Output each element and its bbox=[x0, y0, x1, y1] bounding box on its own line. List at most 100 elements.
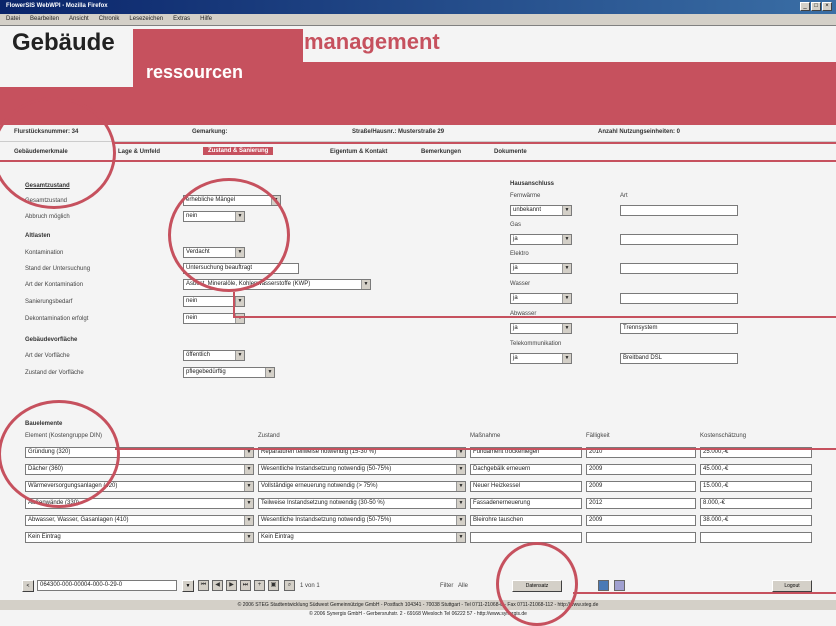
abwasser-value: ja bbox=[513, 325, 518, 331]
bau-kosten-field[interactable]: 15.000,-€ bbox=[700, 481, 812, 492]
last-page-icon[interactable]: ⏭ bbox=[240, 580, 251, 591]
bau-kosten-field-value: 8.000,-€ bbox=[703, 500, 726, 506]
dekontamination-select[interactable]: nein ▼ bbox=[183, 313, 245, 324]
filter-value[interactable]: Alle bbox=[458, 583, 468, 589]
chevron-down-icon: ▼ bbox=[244, 482, 253, 491]
first-page-icon[interactable]: ⏮ bbox=[198, 580, 209, 591]
zustand-vorflaeche-select[interactable]: pflegebedürftig ▼ bbox=[183, 367, 275, 378]
bau-zustand-select[interactable]: Vollständige erneuerung notwendig (> 75%… bbox=[258, 481, 466, 492]
maximize-button[interactable]: □ bbox=[811, 2, 821, 11]
bau-kosten-field[interactable]: 38.000,-€ bbox=[700, 515, 812, 526]
new-record-icon[interactable]: + bbox=[254, 580, 265, 591]
info-bar: Flurstücksnummer: 34 Gemarkung: Straße/H… bbox=[0, 125, 836, 142]
annotation-circle-form bbox=[168, 178, 290, 292]
bau-faelligkeit-field[interactable]: 2009 bbox=[586, 515, 696, 526]
save-icon[interactable]: ▣ bbox=[268, 580, 279, 591]
menu-datei[interactable]: Datei bbox=[6, 16, 20, 23]
annotation-circle-bauelemente bbox=[0, 400, 120, 508]
bau-element-select[interactable]: Kein Eintrag ▼ bbox=[25, 532, 254, 543]
bau-kosten-field[interactable]: 45.000,-€ bbox=[700, 464, 812, 475]
logout-button[interactable]: Logout bbox=[772, 580, 812, 592]
telekommunikation-art-field[interactable]: Breitband DSL bbox=[620, 353, 738, 364]
nutzungseinheiten-info: Anzahl Nutzungseinheiten: 0 bbox=[598, 129, 681, 135]
bau-massnahme-field[interactable]: Dachgebälk erneuern bbox=[470, 464, 582, 475]
bau-massnahme-field-value: Dachgebälk erneuern bbox=[473, 466, 531, 472]
gas-art-field[interactable] bbox=[620, 234, 738, 245]
bau-zustand-select[interactable]: Wesentliche Instandsetzung notwendig (50… bbox=[258, 515, 466, 526]
previous-page-icon[interactable]: ◀ bbox=[212, 580, 223, 591]
bau-zustand-select-value: Kein Eintrag bbox=[261, 534, 294, 540]
wasser-select[interactable]: ja ▼ bbox=[510, 293, 572, 304]
bau-massnahme-field[interactable] bbox=[470, 532, 582, 543]
gas-label: Gas bbox=[510, 222, 522, 228]
tab-dokumente[interactable]: Dokumente bbox=[494, 149, 527, 155]
select-record-button[interactable]: ▼ bbox=[182, 580, 194, 592]
bau-element-select[interactable]: Abwasser, Wasser, Gasanlagen (410) ▼ bbox=[25, 515, 254, 526]
next-page-icon[interactable]: ▶ bbox=[226, 580, 237, 591]
sanierungsbedarf-select[interactable]: nein ▼ bbox=[183, 296, 245, 307]
bau-faelligkeit-field[interactable]: 2012 bbox=[586, 498, 696, 509]
abwasser-art-field[interactable]: Trennsystem bbox=[620, 323, 738, 334]
annotation-line-2v bbox=[233, 292, 235, 317]
record-id-field[interactable]: 064300-000-00004-000-0-29-0 bbox=[37, 580, 177, 591]
export-icon[interactable] bbox=[598, 580, 609, 591]
annotation-line-1 bbox=[112, 142, 836, 144]
footer-line-1: © 2006 STEG Stadtentwicklung Südwest Gem… bbox=[0, 600, 836, 610]
zoom-icon[interactable]: ⌕ bbox=[284, 580, 295, 591]
col-kosten: Kostenschätzung bbox=[700, 433, 747, 439]
gas-select[interactable]: ja ▼ bbox=[510, 234, 572, 245]
menu-ansicht[interactable]: Ansicht bbox=[69, 16, 89, 23]
chevron-down-icon: ▼ bbox=[456, 516, 465, 525]
bau-faelligkeit-field[interactable]: 2009 bbox=[586, 464, 696, 475]
bau-kosten-field[interactable] bbox=[700, 532, 812, 543]
tab-lage-umfeld[interactable]: Lage & Umfeld bbox=[118, 149, 160, 155]
prev-record-button[interactable]: < bbox=[22, 580, 34, 592]
wasser-label: Wasser bbox=[510, 281, 531, 287]
bau-kosten-field[interactable]: 8.000,-€ bbox=[700, 498, 812, 509]
menu-bearbeiten[interactable]: Bearbeiten bbox=[30, 16, 59, 23]
fernwaerme-value: unbekannt bbox=[513, 207, 542, 213]
print-icon[interactable] bbox=[614, 580, 625, 591]
menu-extras[interactable]: Extras bbox=[173, 16, 190, 23]
col-faelligkeit: Fälligkeit bbox=[586, 433, 610, 439]
gemarkung-info: Gemarkung: bbox=[192, 129, 228, 135]
minimize-button[interactable]: _ bbox=[800, 2, 810, 11]
fernwaerme-select[interactable]: unbekannt ▼ bbox=[510, 205, 572, 216]
bau-faelligkeit-field[interactable] bbox=[586, 532, 696, 543]
window-controls: _ □ × bbox=[800, 2, 832, 11]
bau-massnahme-field-value: Bleirohre tauschen bbox=[473, 517, 524, 523]
col-massnahme: Maßnahme bbox=[470, 433, 501, 439]
fernwaerme-label: Fernwärme bbox=[510, 193, 541, 199]
bau-massnahme-field[interactable]: Fassadenerneuerung bbox=[470, 498, 582, 509]
tab-bemerkungen[interactable]: Bemerkungen bbox=[421, 149, 461, 155]
wasser-art-field[interactable] bbox=[620, 293, 738, 304]
fernwaerme-art-field[interactable] bbox=[620, 205, 738, 216]
zustand-vorflaeche-value: pflegebedürftig bbox=[186, 369, 226, 375]
elektro-art-field[interactable] bbox=[620, 263, 738, 274]
menu-hilfe[interactable]: Hilfe bbox=[200, 16, 212, 23]
hausanschluss-art-label: Art bbox=[620, 193, 628, 199]
chevron-down-icon: ▼ bbox=[361, 280, 370, 289]
close-button[interactable]: × bbox=[822, 2, 832, 11]
bau-zustand-select[interactable]: Wesentliche Instandsetzung notwendig (50… bbox=[258, 464, 466, 475]
art-vorflaeche-value: öffentlich bbox=[186, 352, 210, 358]
bau-faelligkeit-field[interactable]: 2009 bbox=[586, 481, 696, 492]
tab-zustand-sanierung[interactable]: Zustand & Sanierung bbox=[203, 147, 274, 155]
abwasser-select[interactable]: ja ▼ bbox=[510, 323, 572, 334]
art-vorflaeche-label: Art der Vorfläche bbox=[25, 353, 70, 359]
zustand-vorflaeche-label: Zustand der Vorfläche bbox=[25, 370, 84, 376]
bau-massnahme-field[interactable]: Neuer Heizkessel bbox=[470, 481, 582, 492]
art-vorflaeche-select[interactable]: öffentlich ▼ bbox=[183, 350, 245, 361]
menu-lesezeichen[interactable]: Lesezeichen bbox=[129, 16, 163, 23]
tab-eigentum-kontakt[interactable]: Eigentum & Kontakt bbox=[330, 149, 387, 155]
elektro-select[interactable]: ja ▼ bbox=[510, 263, 572, 274]
chevron-down-icon: ▼ bbox=[562, 235, 571, 244]
bau-zustand-select[interactable]: Teilweise Instandsetzung notwendig (30-5… bbox=[258, 498, 466, 509]
bau-faelligkeit-field-value: 2009 bbox=[589, 483, 603, 489]
telekommunikation-select[interactable]: ja ▼ bbox=[510, 353, 572, 364]
bau-zustand-select[interactable]: Kein Eintrag ▼ bbox=[258, 532, 466, 543]
menu-chronik[interactable]: Chronik bbox=[99, 16, 120, 23]
chevron-down-icon: ▼ bbox=[562, 206, 571, 215]
chevron-down-icon: ▼ bbox=[456, 465, 465, 474]
bau-massnahme-field[interactable]: Bleirohre tauschen bbox=[470, 515, 582, 526]
